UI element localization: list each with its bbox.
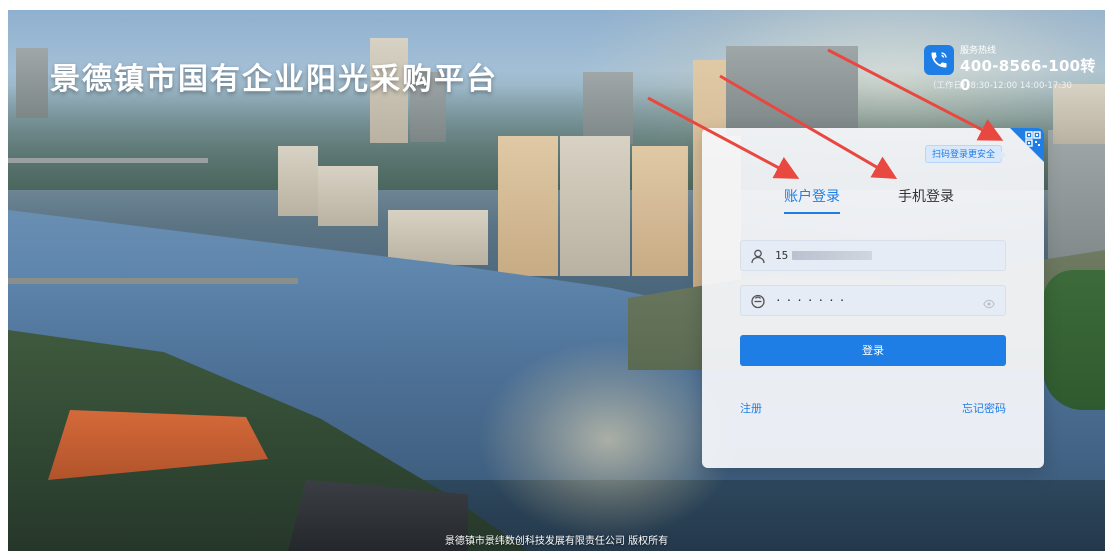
background-trees — [1043, 270, 1105, 410]
background-building — [318, 166, 378, 226]
forgot-password-link[interactable]: 忘记密码 — [962, 400, 1006, 416]
username-redaction — [792, 251, 873, 260]
login-card: 扫码登录更安全 账户登录 手机登录 15 ······· 登录 注册 忘记密码 — [702, 128, 1044, 468]
qr-login-tip: 扫码登录更安全 — [924, 145, 1007, 163]
background-bridge — [8, 158, 208, 163]
login-page: 景德镇市国有企业阳光采购平台 服务热线 400-8566-100转0 （工作日）… — [8, 10, 1105, 551]
username-value: 15 — [775, 249, 789, 262]
lock-icon — [741, 293, 775, 309]
background-building — [632, 146, 688, 276]
site-title: 景德镇市国有企业阳光采购平台 — [50, 62, 498, 97]
user-icon — [741, 248, 775, 264]
background-building — [583, 72, 633, 144]
service-hotline: 服务热线 400-8566-100转0 （工作日）8:30-12:00 14:0… — [924, 43, 1104, 95]
login-tabs: 账户登录 手机登录 — [702, 186, 1044, 214]
eye-icon[interactable] — [983, 295, 995, 314]
username-field[interactable]: 15 — [740, 240, 1006, 271]
phone-icon — [924, 45, 954, 75]
background-building — [498, 136, 558, 276]
footer-copyright: 景德镇市景纬数创科技发展有限责任公司 版权所有 — [444, 536, 669, 547]
qr-code-icon — [1025, 131, 1041, 147]
register-link[interactable]: 注册 — [740, 400, 762, 416]
hotline-hours: （工作日）8:30-12:00 14:00-17:30 — [928, 81, 1072, 91]
background-building — [726, 46, 858, 136]
tab-phone-login[interactable]: 手机登录 — [898, 186, 954, 212]
background-building — [16, 48, 48, 118]
background-bridge — [8, 278, 298, 284]
background-building — [278, 146, 318, 216]
background-building — [560, 136, 630, 276]
password-field[interactable]: ······· — [740, 285, 1006, 316]
background-river-shine — [478, 340, 738, 540]
qr-login-toggle[interactable] — [1010, 128, 1044, 162]
background-building — [388, 210, 488, 265]
login-button[interactable]: 登录 — [740, 335, 1006, 366]
password-value: ······· — [775, 294, 850, 307]
tab-account-login[interactable]: 账户登录 — [784, 186, 840, 214]
